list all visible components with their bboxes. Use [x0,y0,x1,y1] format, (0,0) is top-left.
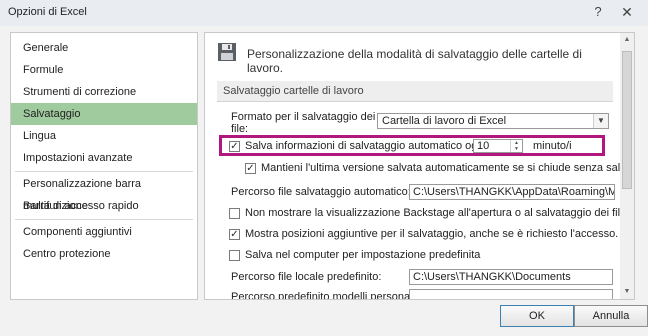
save-format-value: Cartella di lavoro di Excel [382,115,507,127]
ok-button[interactable]: OK [500,305,574,327]
content-scrollbar[interactable]: ▲ ▼ [620,32,635,300]
save-format-select[interactable]: Cartella di lavoro di Excel ▼ [377,113,609,129]
sidebar-item-barra-accesso-rapido[interactable]: Barra di accesso rapido [11,195,197,217]
content-panel: Personalizzazione della modalità di salv… [204,32,622,300]
scroll-thumb[interactable] [622,51,632,189]
save-to-computer-checkbox[interactable] [229,250,240,261]
stepper-buttons[interactable]: ▲ ▼ [510,140,522,152]
sidebar-divider [15,219,193,220]
show-additional-places-label: Mostra posizioni aggiuntive per il salva… [245,228,619,240]
sidebar-item-salvataggio[interactable]: Salvataggio [11,103,197,125]
scroll-up-icon[interactable]: ▲ [620,33,634,47]
stepper-down-icon[interactable]: ▼ [511,146,522,152]
sidebar-item-centro-protezione[interactable]: Centro protezione [11,243,197,265]
autosave-unit: minuto/i [533,140,572,152]
keep-last-version-label: Mantieni l'ultima versione salvata autom… [261,162,622,174]
section-title: Salvataggio cartelle di lavoro [223,85,364,97]
autosave-label: Salva informazioni di salvataggio automa… [245,140,486,152]
section-header: Salvataggio cartelle di lavoro [217,81,613,102]
templates-path-input[interactable] [409,289,613,299]
chevron-down-icon[interactable]: ▼ [593,114,608,128]
sidebar-item-formule[interactable]: Formule [11,59,197,81]
default-local-path-input[interactable]: C:\Users\THANGKK\Documents [409,269,613,285]
show-additional-places-checkbox[interactable]: ✓ [229,229,240,240]
format-label: Formato per il salvataggio dei [231,111,376,123]
scroll-down-icon[interactable]: ▼ [620,285,634,299]
templates-path-label: Percorso predefinito modelli personali: [231,291,419,300]
floppy-disk-icon [217,42,237,62]
autosave-minutes-value: 10 [477,140,490,152]
window-title: Opzioni di Excel [8,6,87,18]
format-label-line2: file: [231,123,249,135]
sidebar-item-lingua[interactable]: Lingua [11,125,197,147]
sidebar-item-personalizzazione-barra[interactable]: Personalizzazione barra multifunzione [11,173,197,212]
page-title: Personalizzazione della modalità di salv… [247,47,582,75]
sidebar-item-generale[interactable]: Generale [11,37,197,59]
keep-last-version-checkbox[interactable]: ✓ [245,163,256,174]
question-mark-icon[interactable]: ? [585,2,611,22]
sidebar-item-componenti-aggiuntivi[interactable]: Componenti aggiuntivi [11,221,197,243]
autosave-checkbox[interactable]: ✓ [229,141,240,152]
autosave-minutes-stepper[interactable]: 10 ▲ ▼ [473,139,523,153]
cancel-button[interactable]: Annulla [574,305,648,327]
sidebar-item-impostazioni-avanzate[interactable]: Impostazioni avanzate [11,147,197,169]
sidebar: Generale Formule Strumenti di correzione… [10,32,198,300]
default-local-path-label: Percorso file locale predefinito: [231,271,382,283]
options-dialog: Generale Formule Strumenti di correzione… [0,26,648,336]
sidebar-divider [15,171,193,172]
autorecover-path-input[interactable]: C:\Users\THANGKK\AppData\Roaming\Micr [409,184,615,200]
title-bar: Opzioni di Excel ? ✕ [0,0,648,27]
no-backstage-checkbox[interactable] [229,208,240,219]
no-backstage-label: Non mostrare la visualizzazione Backstag… [245,207,622,219]
save-to-computer-label: Salva nel computer per impostazione pred… [245,249,481,261]
autorecover-path-label: Percorso file salvataggio automatico: [231,186,411,198]
sidebar-item-strumenti-correzione[interactable]: Strumenti di correzione [11,81,197,103]
close-icon[interactable]: ✕ [614,2,640,22]
